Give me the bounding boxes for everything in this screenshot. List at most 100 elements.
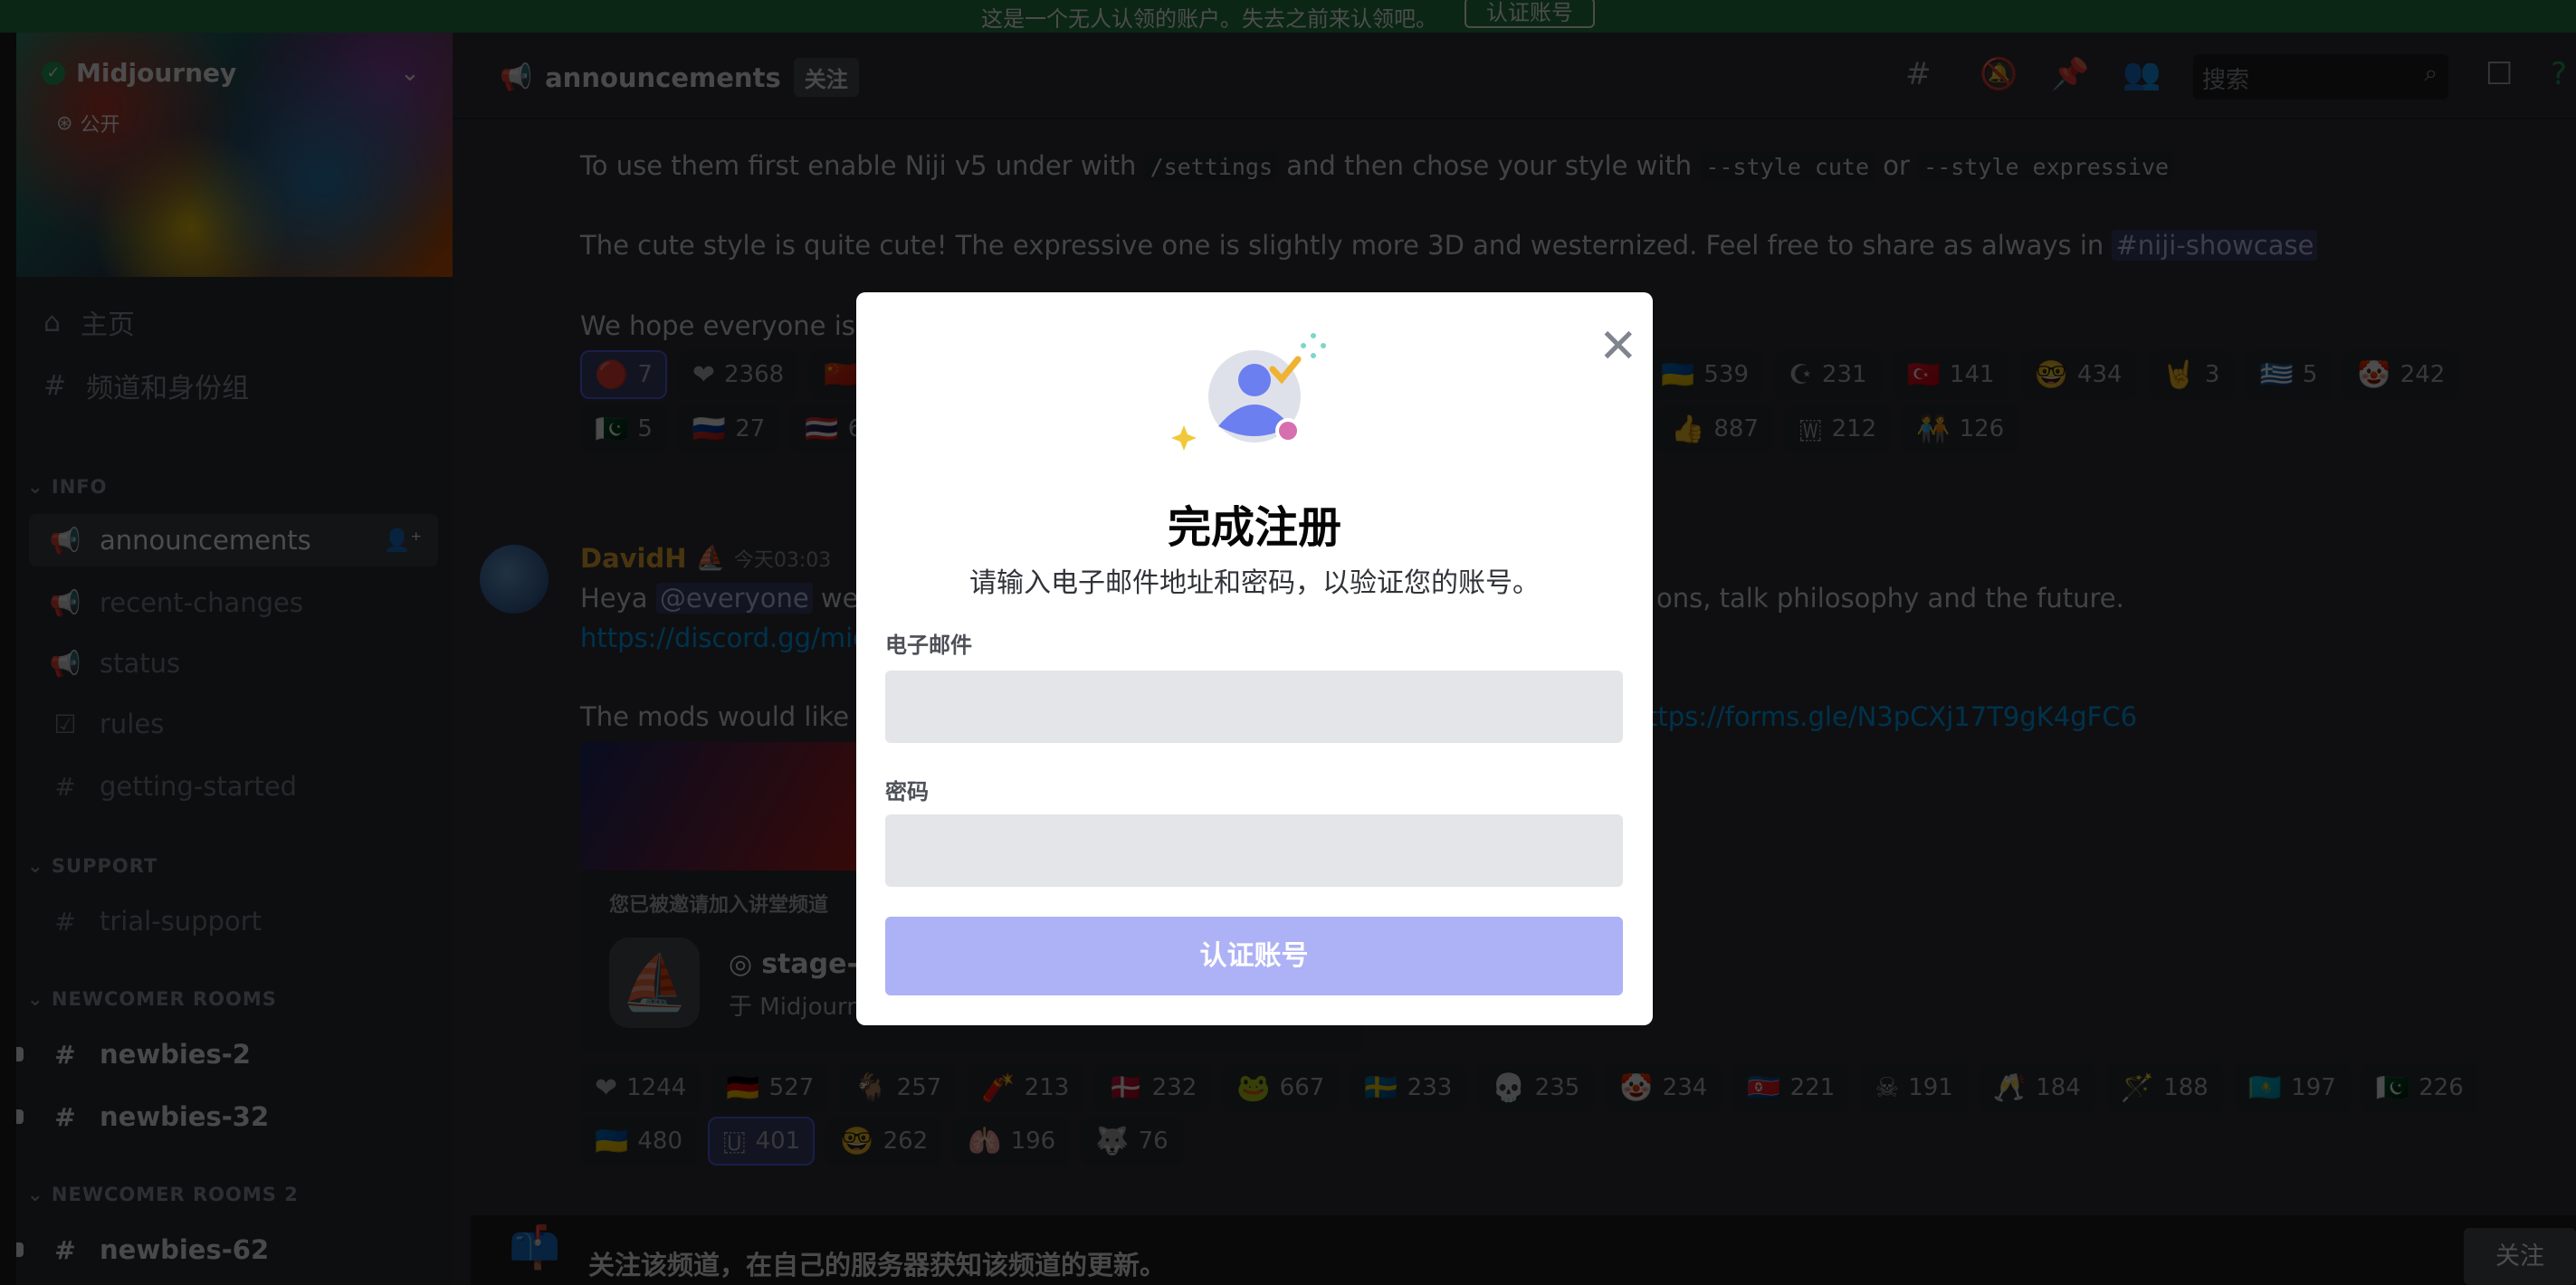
reaction-chip[interactable]: 🇩🇪 527	[711, 1063, 829, 1112]
reaction-chip[interactable]: 🇵🇰 5	[580, 405, 667, 453]
channel-status[interactable]: 📢 status	[29, 637, 438, 690]
reaction-chip[interactable]: 🤓 434	[2019, 350, 2137, 399]
reaction-chip[interactable]: 🤘 3	[2147, 350, 2235, 399]
avatar[interactable]	[480, 545, 549, 614]
category-label: SUPPORT	[51, 855, 158, 877]
threads-icon[interactable]: #	[1905, 56, 1932, 92]
server-name-button[interactable]: ✓ Midjourney	[42, 58, 236, 88]
reaction-chip[interactable]: 🇵🇰 226	[2361, 1063, 2478, 1112]
reaction-chip[interactable]: ❤ 2368	[677, 350, 799, 399]
email-field[interactable]	[885, 671, 1623, 743]
reaction-chip[interactable]: 🇸🇪 233	[1350, 1063, 1467, 1112]
reaction-chip[interactable]: 🇰🇿 197	[2233, 1063, 2351, 1112]
reaction-count: 141	[1949, 361, 1995, 388]
channel-getting-started[interactable]: # getting-started	[29, 760, 438, 813]
channel-newbies-32[interactable]: # newbies-32	[16, 1090, 438, 1143]
reaction-chip[interactable]: 🥂 184	[1978, 1063, 2095, 1112]
reaction-emoji-icon: 🧨	[981, 1071, 1016, 1104]
reaction-chip[interactable]: 👍 887	[1656, 405, 1773, 453]
reaction-chip[interactable]: 🐐 257	[839, 1063, 957, 1112]
author-name[interactable]: DavidH	[580, 543, 687, 574]
sidebar-nav-0[interactable]: ⌂ 主页	[43, 302, 135, 342]
claim-account-button[interactable]: 认证账号	[1465, 0, 1595, 28]
reaction-chip[interactable]: 🤡 242	[2342, 350, 2460, 399]
reaction-count: 212	[1831, 415, 1877, 443]
reaction-chip[interactable]: 🇺🇦 539	[1646, 350, 1763, 399]
channel-newbies-2[interactable]: # newbies-2	[16, 1028, 438, 1080]
reaction-count: 232	[1151, 1074, 1197, 1101]
channel-recent-changes[interactable]: 📢 recent-changes	[29, 576, 438, 629]
reaction-chip[interactable]: ❤ 1244	[580, 1063, 701, 1112]
close-icon[interactable]: ✕	[1598, 323, 1638, 370]
reaction-chip[interactable]: 🇬🇷 5	[2245, 350, 2333, 399]
reaction-emoji-icon: 🇬🇷	[2259, 358, 2294, 391]
inline-code: --style expressive	[1918, 152, 2175, 182]
sidebar-nav-1[interactable]: # 频道和身份组	[43, 366, 249, 405]
reaction-chip[interactable]: 🇷🇺 27	[677, 405, 780, 453]
follow-button[interactable]: 关注	[793, 58, 859, 97]
reaction-chip[interactable]: 🇼 212	[1784, 405, 1892, 453]
category-header[interactable]: ⌄ SUPPORT	[27, 855, 157, 877]
reaction-count: 27	[735, 415, 766, 443]
server-visibility: ⊛ 公开	[56, 109, 119, 138]
channel-announcements[interactable]: 📢 announcements 👤⁺	[29, 514, 438, 566]
message-line: We hope everyone is h	[580, 310, 881, 341]
category-header[interactable]: ⌄ INFO	[27, 476, 108, 498]
everyone-mention[interactable]: @everyone	[655, 583, 813, 614]
reaction-chip[interactable]: 🔴 7	[580, 350, 667, 399]
category-label: NEWCOMER ROOMS 2	[51, 1184, 299, 1205]
inbox-icon[interactable]: ☐	[2485, 56, 2513, 92]
reaction-chip[interactable]: 🇩🇰 232	[1094, 1063, 1212, 1112]
channel-newbies-62[interactable]: # newbies-62	[16, 1223, 438, 1276]
reaction-chip[interactable]: 💀 235	[1477, 1063, 1595, 1112]
message-line: Heya @everyone we'r	[580, 583, 877, 614]
chevron-down-icon: ⌄	[27, 988, 52, 1010]
hash-lock-icon: #	[54, 906, 76, 937]
reaction-chip[interactable]: 🧨 213	[967, 1063, 1084, 1112]
reaction-count: 480	[637, 1128, 682, 1155]
reaction-chip[interactable]: 🐸 667	[1222, 1063, 1340, 1112]
sailboat-icon: ⛵	[609, 938, 700, 1028]
reaction-chip[interactable]: 🐺 76	[1081, 1117, 1183, 1166]
reaction-chip[interactable]: 🇰🇵 221	[1732, 1063, 1850, 1112]
channel-trial-support[interactable]: # trial-support	[29, 895, 438, 947]
help-icon[interactable]: ?	[2551, 56, 2567, 92]
channel-mention-link[interactable]: #niji-showcase	[2112, 230, 2318, 261]
form-link[interactable]: ttps://forms.gle/N3pCXj17T9gK4gFC6	[1647, 701, 2137, 732]
reaction-chip[interactable]: 🇺 401	[708, 1117, 816, 1166]
follow-channel-button[interactable]: 关注	[2464, 1228, 2576, 1285]
category-header[interactable]: ⌄ NEWCOMER ROOMS	[27, 988, 277, 1010]
reaction-chip[interactable]: 🇹🇷 141	[1892, 350, 2009, 399]
reaction-count: 3	[2204, 361, 2220, 388]
mute-bell-icon[interactable]: 🔕	[1980, 56, 2018, 92]
embed-server-name: 于 Midjourn	[729, 994, 862, 1021]
reaction-chip[interactable]: ☠ 191	[1860, 1063, 1968, 1112]
reaction-emoji-icon: 🐸	[1236, 1071, 1271, 1104]
members-icon[interactable]: 👥	[2123, 56, 2161, 92]
reaction-emoji-icon: 🤘	[2161, 358, 2196, 391]
reaction-chip[interactable]: 🧑‍🤝‍🧑 126	[1902, 405, 2019, 453]
reaction-chip[interactable]: 🫁 196	[953, 1117, 1071, 1166]
mailbox-icon: 📫	[509, 1223, 561, 1271]
pin-icon[interactable]: 📌	[2051, 56, 2089, 92]
reaction-chip[interactable]: 🤓 262	[825, 1117, 943, 1166]
reaction-chip[interactable]: 🇺🇦 480	[580, 1117, 697, 1166]
password-field[interactable]	[885, 814, 1623, 887]
verify-account-button[interactable]: 认证账号	[885, 917, 1623, 995]
category-header[interactable]: ⌄ NEWCOMER ROOMS 2	[27, 1184, 299, 1205]
reaction-count: 527	[768, 1074, 815, 1101]
chevron-down-icon[interactable]: ⌄	[400, 60, 420, 87]
reaction-chip[interactable]: ☪ 231	[1774, 350, 1882, 399]
search-input[interactable]: 搜索 ⌕	[2193, 54, 2448, 100]
reaction-emoji-icon: 🤓	[2034, 358, 2068, 391]
hash-lock-icon: #	[54, 1101, 76, 1132]
channel-rules[interactable]: ☑ rules	[29, 698, 438, 750]
invite-member-icon[interactable]: 👤⁺	[383, 528, 422, 553]
reaction-count: 887	[1713, 415, 1759, 443]
reaction-chip[interactable]: 🪄 188	[2105, 1063, 2223, 1112]
email-label: 电子邮件	[885, 633, 972, 658]
channel-name: newbies-32	[100, 1101, 270, 1132]
home-icon: ⌂	[43, 306, 62, 338]
invite-link[interactable]: https://discord.gg/mid	[580, 623, 870, 653]
reaction-chip[interactable]: 🤡 234	[1605, 1063, 1722, 1112]
